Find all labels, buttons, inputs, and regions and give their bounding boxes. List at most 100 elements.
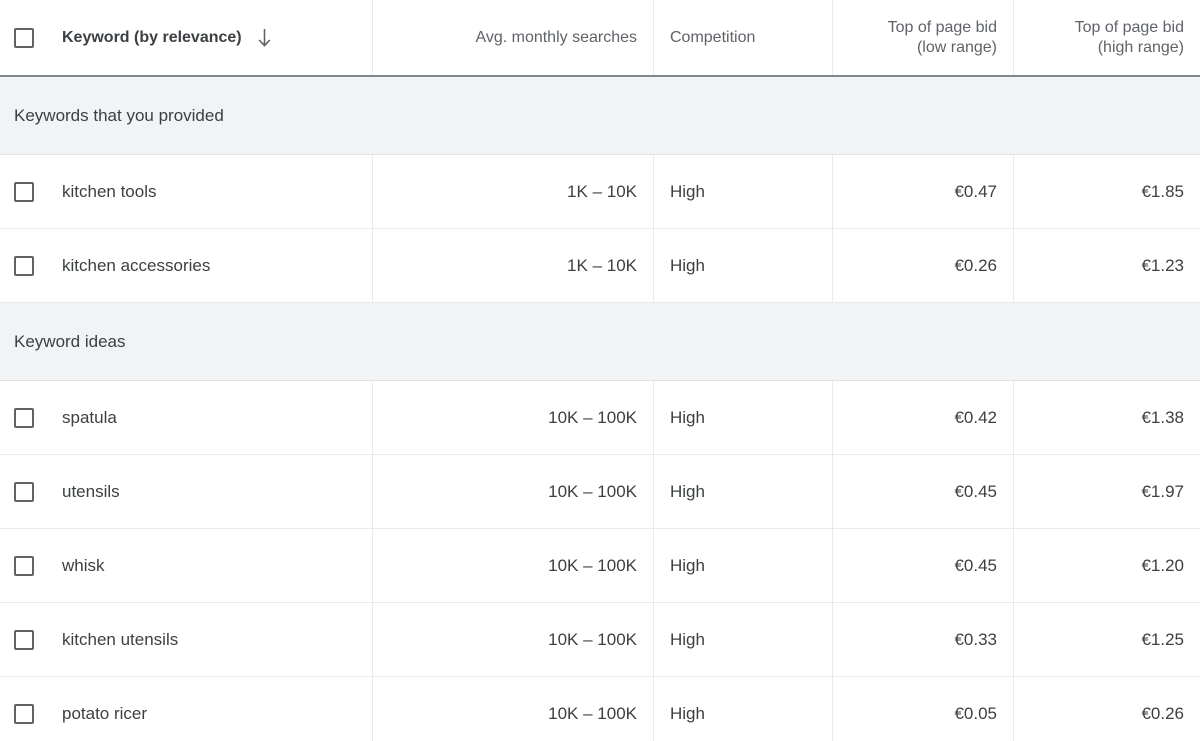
cell-value: €1.38 bbox=[1141, 407, 1184, 427]
table-body: Keywords that you provided kitchen tools 1… bbox=[0, 77, 1200, 741]
cell-avg: 10K – 100K bbox=[372, 677, 653, 741]
section-header: Keyword ideas bbox=[0, 303, 1200, 381]
cell-keyword: utensils bbox=[0, 455, 372, 528]
keyword-text[interactable]: kitchen utensils bbox=[62, 630, 178, 650]
keyword-planner-table: Keyword (by relevance) Avg. monthly sear… bbox=[0, 0, 1200, 741]
cell-bid-high: €1.97 bbox=[1013, 455, 1200, 528]
cell-value: 1K – 10K bbox=[567, 181, 637, 201]
cell-value: €0.45 bbox=[954, 555, 997, 575]
cell-keyword: spatula bbox=[0, 381, 372, 454]
column-header-bid-high[interactable]: Top of page bid (high range) bbox=[1013, 0, 1200, 75]
cell-keyword: kitchen accessories bbox=[0, 229, 372, 302]
cell-value: €1.23 bbox=[1141, 255, 1184, 275]
table-row[interactable]: spatula 10K – 100K High €0.42 €1.38 bbox=[0, 381, 1200, 455]
cell-value: €0.05 bbox=[954, 703, 997, 723]
cell-value: 10K – 100K bbox=[548, 407, 637, 427]
row-checkbox[interactable] bbox=[14, 407, 34, 428]
column-header-bid-low[interactable]: Top of page bid (low range) bbox=[832, 0, 1013, 75]
column-header-bid-high-line1: Top of page bid bbox=[1074, 18, 1184, 36]
cell-keyword: kitchen utensils bbox=[0, 603, 372, 676]
cell-value: €1.97 bbox=[1141, 481, 1184, 501]
cell-value: €1.25 bbox=[1141, 629, 1184, 649]
cell-value: €1.85 bbox=[1141, 181, 1184, 201]
section-header: Keywords that you provided bbox=[0, 77, 1200, 155]
column-header-bid-high-line2: (high range) bbox=[1097, 38, 1184, 56]
table-header-row: Keyword (by relevance) Avg. monthly sear… bbox=[0, 0, 1200, 77]
cell-comp: High bbox=[653, 603, 832, 676]
cell-value: 1K – 10K bbox=[567, 255, 637, 275]
row-checkbox[interactable] bbox=[14, 555, 34, 576]
cell-comp: High bbox=[653, 677, 832, 741]
cell-comp: High bbox=[653, 229, 832, 302]
column-header-bid-low-line1: Top of page bid bbox=[887, 18, 997, 36]
cell-bid-high: €0.26 bbox=[1013, 677, 1200, 741]
cell-value: €0.26 bbox=[954, 255, 997, 275]
cell-bid-high: €1.38 bbox=[1013, 381, 1200, 454]
cell-value: €0.42 bbox=[954, 407, 997, 427]
column-header-keyword-label: Keyword (by relevance) bbox=[62, 28, 242, 46]
cell-avg: 10K – 100K bbox=[372, 529, 653, 602]
section-header-label: Keyword ideas bbox=[14, 331, 126, 351]
cell-comp: High bbox=[653, 155, 832, 228]
cell-bid-low: €0.26 bbox=[832, 229, 1013, 302]
cell-bid-high: €1.85 bbox=[1013, 155, 1200, 228]
cell-value: High bbox=[670, 255, 705, 275]
cell-bid-low: €0.45 bbox=[832, 455, 1013, 528]
row-checkbox[interactable] bbox=[14, 703, 34, 724]
cell-comp: High bbox=[653, 529, 832, 602]
cell-bid-high: €1.20 bbox=[1013, 529, 1200, 602]
keyword-text[interactable]: spatula bbox=[62, 408, 117, 428]
row-checkbox[interactable] bbox=[14, 481, 34, 502]
cell-bid-low: €0.42 bbox=[832, 381, 1013, 454]
cell-bid-low: €0.47 bbox=[832, 155, 1013, 228]
table-row[interactable]: kitchen accessories 1K – 10K High €0.26 €1.2… bbox=[0, 229, 1200, 303]
cell-avg: 1K – 10K bbox=[372, 155, 653, 228]
cell-value: 10K – 100K bbox=[548, 629, 637, 649]
cell-value: High bbox=[670, 407, 705, 427]
select-all-checkbox[interactable] bbox=[14, 27, 34, 48]
cell-bid-high: €1.25 bbox=[1013, 603, 1200, 676]
cell-value: €0.47 bbox=[954, 181, 997, 201]
cell-avg: 1K – 10K bbox=[372, 229, 653, 302]
cell-bid-high: €1.23 bbox=[1013, 229, 1200, 302]
cell-avg: 10K – 100K bbox=[372, 381, 653, 454]
cell-keyword: potato ricer bbox=[0, 677, 372, 741]
keyword-text[interactable]: utensils bbox=[62, 482, 120, 502]
table-row[interactable]: kitchen utensils 10K – 100K High €0.33 €1.25 bbox=[0, 603, 1200, 677]
cell-value: 10K – 100K bbox=[548, 481, 637, 501]
column-header-avg-monthly-searches[interactable]: Avg. monthly searches bbox=[372, 0, 653, 75]
cell-avg: 10K – 100K bbox=[372, 455, 653, 528]
table-row[interactable]: whisk 10K – 100K High €0.45 €1.20 bbox=[0, 529, 1200, 603]
table-row[interactable]: potato ricer 10K – 100K High €0.05 €0.26 bbox=[0, 677, 1200, 741]
row-checkbox[interactable] bbox=[14, 181, 34, 202]
column-header-competition-label: Competition bbox=[670, 28, 756, 46]
column-header-competition[interactable]: Competition bbox=[653, 0, 832, 75]
cell-value: High bbox=[670, 629, 705, 649]
table-row[interactable]: kitchen tools 1K – 10K High €0.47 €1.85 bbox=[0, 155, 1200, 229]
arrow-down-icon[interactable] bbox=[256, 28, 273, 48]
row-checkbox[interactable] bbox=[14, 629, 34, 650]
column-header-avg-monthly-searches-label: Avg. monthly searches bbox=[475, 28, 637, 46]
keyword-text[interactable]: kitchen tools bbox=[62, 182, 157, 202]
cell-avg: 10K – 100K bbox=[372, 603, 653, 676]
column-header-bid-low-line2: (low range) bbox=[916, 38, 997, 56]
cell-value: High bbox=[670, 181, 705, 201]
cell-value: High bbox=[670, 481, 705, 501]
column-header-keyword[interactable]: Keyword (by relevance) bbox=[0, 0, 372, 75]
keyword-text[interactable]: potato ricer bbox=[62, 704, 147, 724]
table-row[interactable]: utensils 10K – 100K High €0.45 €1.97 bbox=[0, 455, 1200, 529]
cell-keyword: kitchen tools bbox=[0, 155, 372, 228]
cell-value: 10K – 100K bbox=[548, 555, 637, 575]
cell-bid-low: €0.45 bbox=[832, 529, 1013, 602]
cell-value: €0.45 bbox=[954, 481, 997, 501]
cell-comp: High bbox=[653, 455, 832, 528]
cell-bid-low: €0.33 bbox=[832, 603, 1013, 676]
keyword-text[interactable]: kitchen accessories bbox=[62, 256, 210, 276]
cell-value: High bbox=[670, 703, 705, 723]
cell-comp: High bbox=[653, 381, 832, 454]
keyword-text[interactable]: whisk bbox=[62, 556, 105, 576]
cell-value: €0.26 bbox=[1141, 703, 1184, 723]
cell-value: €1.20 bbox=[1141, 555, 1184, 575]
row-checkbox[interactable] bbox=[14, 255, 34, 276]
cell-bid-low: €0.05 bbox=[832, 677, 1013, 741]
